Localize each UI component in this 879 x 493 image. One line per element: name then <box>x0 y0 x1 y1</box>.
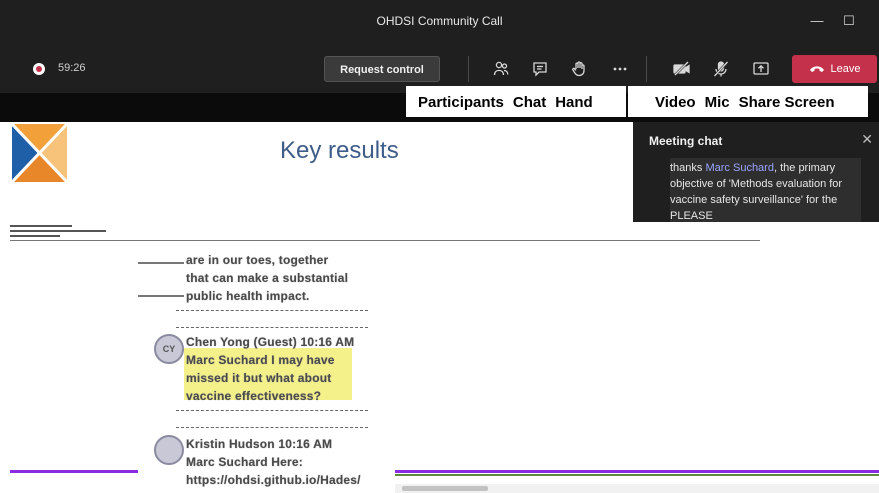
maximize-button[interactable]: ☐ <box>838 10 860 32</box>
message-line: Marc Suchard Here: <box>186 455 303 469</box>
participants-icon <box>493 61 509 76</box>
callout-share-screen: Share Screen <box>738 94 835 111</box>
chat-snippet-line: are in our toes, together <box>186 253 329 267</box>
toolbar-divider <box>468 56 469 82</box>
recording-icon <box>33 63 45 75</box>
capture-artifact-line <box>176 410 368 411</box>
message-author: Chen Yong (Guest) 10:16 AM <box>186 335 355 349</box>
leave-button[interactable]: Leave <box>792 55 877 83</box>
capture-artifact-line <box>10 470 138 473</box>
callout-mic: Mic <box>704 94 730 111</box>
ohdsi-logo-icon <box>12 124 67 182</box>
leave-label: Leave <box>830 63 861 75</box>
chat-message: thanks Marc Suchard, the primary objecti… <box>670 160 870 222</box>
chat-icon <box>533 62 547 77</box>
capture-artifact-line <box>138 262 184 264</box>
callout-participants: Participants <box>418 94 504 111</box>
toolbar-divider <box>646 56 647 82</box>
video-toggle-button[interactable] <box>669 57 695 81</box>
callout-hand: Hand <box>555 94 593 111</box>
chat-message-lead: thanks <box>670 162 703 174</box>
callout-video: Video <box>655 94 696 111</box>
mic-off-icon <box>713 61 729 77</box>
chat-panel-title: Meeting chat <box>649 134 723 148</box>
message-link[interactable]: https://ohdsi.github.io/Hades/ <box>186 472 361 489</box>
avatar <box>154 435 184 465</box>
message-line: Marc Suchard I may have <box>186 353 335 367</box>
chat-mention[interactable]: Marc Suchard <box>705 162 773 174</box>
close-icon[interactable]: ✕ <box>861 131 873 148</box>
capture-artifact-line <box>10 240 760 241</box>
raise-hand-button[interactable] <box>566 57 592 81</box>
capture-artifact-line <box>395 470 879 473</box>
meeting-timer: 59:26 <box>58 62 86 74</box>
capture-artifact-line <box>138 295 184 297</box>
callout-right: Video Mic Share Screen <box>628 86 868 117</box>
minimize-button[interactable]: — <box>806 10 828 32</box>
message-line: missed it but what about <box>186 371 332 385</box>
message-author: Kristin Hudson 10:16 AM <box>186 437 333 451</box>
slide-title: Key results <box>280 137 399 164</box>
more-options-icon <box>613 67 627 71</box>
chat-message-after-mention: , the <box>773 162 796 174</box>
capture-artifact-line <box>176 310 368 311</box>
chat-button[interactable] <box>527 57 553 81</box>
chat-snippet-line: public health impact. <box>186 289 310 303</box>
request-control-button[interactable]: Request control <box>324 56 440 82</box>
callout-chat: Chat <box>512 94 547 111</box>
participants-button[interactable] <box>488 57 514 81</box>
message-line: vaccine effectiveness? <box>186 389 322 403</box>
window-title-bar: OHDSI Community Call — ☐ <box>0 0 879 45</box>
meeting-chat-panel: Meeting chat ✕ thanks Marc Suchard, the … <box>633 122 879 222</box>
raise-hand-icon <box>572 61 585 77</box>
more-options-button[interactable] <box>607 57 633 81</box>
mic-toggle-button[interactable] <box>708 57 734 81</box>
video-off-icon <box>673 61 690 76</box>
capture-artifact-line <box>395 474 879 476</box>
chat-snippet-line: that can make a substantial <box>186 271 349 285</box>
share-screen-button[interactable] <box>748 57 774 81</box>
share-screen-icon <box>753 62 769 75</box>
capture-artifact-line <box>176 327 368 328</box>
callout-left: Participants Chat Hand <box>406 86 626 117</box>
scrollbar-thumb[interactable] <box>402 486 488 491</box>
window-title: OHDSI Community Call <box>376 14 503 28</box>
capture-artifact-line <box>176 427 368 428</box>
avatar: CY <box>154 334 184 364</box>
phone-hangup-icon <box>809 66 824 72</box>
